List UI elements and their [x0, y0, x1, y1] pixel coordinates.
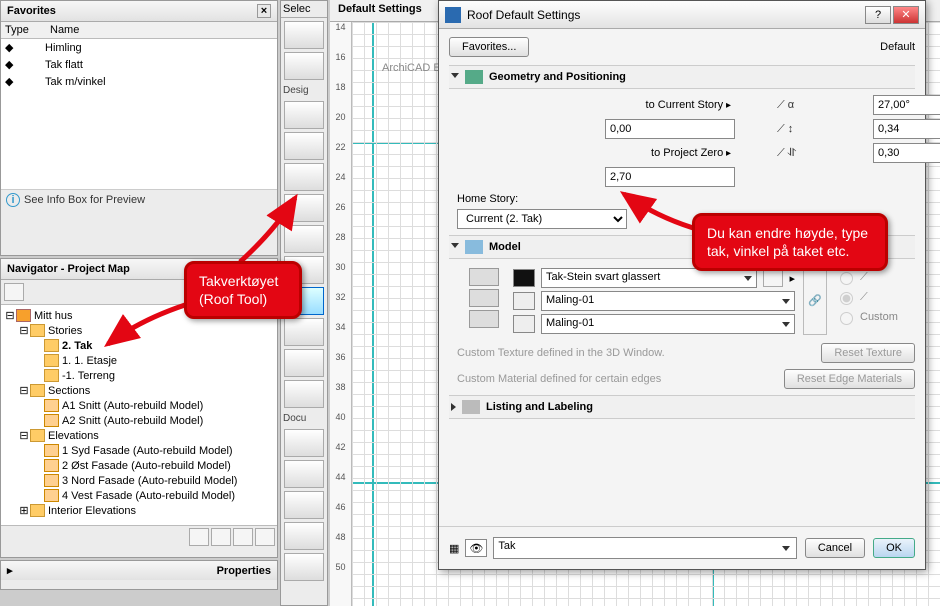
navigator-title: Navigator - Project Map: [7, 263, 130, 275]
favorites-title: Favorites: [7, 5, 56, 17]
fav-col-name[interactable]: Name: [50, 24, 273, 36]
tree-elevations[interactable]: ⊟Elevations: [4, 428, 274, 443]
listing-icon: [462, 400, 480, 414]
edge-custom[interactable]: Custom: [835, 309, 915, 325]
design-group: Desig: [281, 83, 327, 98]
layer-icon: ▦: [449, 542, 459, 555]
section-listing[interactable]: Listing and Labeling: [449, 395, 915, 419]
mat-side-select[interactable]: Maling-01: [541, 291, 795, 311]
line-tool[interactable]: [284, 553, 324, 581]
toolbox-title: Selec: [283, 3, 311, 15]
nav-bb[interactable]: [255, 528, 275, 546]
nav-tb-btn[interactable]: [4, 283, 24, 301]
door-tool[interactable]: [284, 132, 324, 160]
mat-swatch: [513, 315, 535, 333]
favorites-button[interactable]: Favorites...: [449, 37, 529, 57]
text-tool[interactable]: [284, 460, 324, 488]
info-note: See Info Box for Preview: [24, 194, 145, 206]
tree-stories[interactable]: ⊟Stories: [4, 323, 274, 338]
fav-item[interactable]: ◆Himling: [1, 39, 277, 56]
layer-visibility[interactable]: 👁: [465, 539, 487, 557]
home-story-label: Home Story:: [457, 193, 518, 205]
rise-input[interactable]: [873, 119, 940, 139]
fill-tool[interactable]: [284, 522, 324, 550]
current-story-input[interactable]: [605, 119, 735, 139]
nav-bb[interactable]: [211, 528, 231, 546]
to-current-label: to Current Story ▸: [605, 99, 735, 111]
tree-elevation[interactable]: 3 Nord Fasade (Auto-rebuild Model): [4, 473, 274, 488]
dim-tool[interactable]: [284, 429, 324, 457]
callout-height: Du kan endre høyde, type tak, vinkel på …: [692, 213, 888, 271]
link-materials[interactable]: 🔗: [803, 265, 827, 335]
reset-texture-button[interactable]: Reset Texture: [821, 343, 915, 363]
window-tool[interactable]: [284, 163, 324, 191]
edge-option-1[interactable]: ⟋: [835, 269, 915, 285]
vertical-ruler: 14161820222426283032343638404244464850: [330, 22, 352, 606]
edge-option-2[interactable]: ⟋: [835, 289, 915, 305]
note-material: Custom Material defined for certain edge…: [457, 373, 661, 385]
tree-story[interactable]: 1. 1. Etasje: [4, 353, 274, 368]
mat-swatch: [513, 292, 535, 310]
dialog-title: Roof Default Settings: [467, 8, 580, 22]
nav-bb[interactable]: [233, 528, 253, 546]
fav-item[interactable]: ◆Tak flatt: [1, 56, 277, 73]
ok-button[interactable]: OK: [873, 538, 915, 558]
callout-roof-tool: Takverktøyet(Roof Tool): [184, 261, 302, 319]
tree-section[interactable]: A1 Snitt (Auto-rebuild Model): [4, 398, 274, 413]
arrow-tool[interactable]: [284, 21, 324, 49]
column-tool[interactable]: [284, 194, 324, 222]
app-icon: [445, 7, 461, 23]
hatch-btn[interactable]: [763, 269, 783, 287]
mesh-tool[interactable]: [284, 349, 324, 377]
tree-interior[interactable]: ⊞Interior Elevations: [4, 503, 274, 518]
section-geometry[interactable]: Geometry and Positioning: [449, 65, 915, 89]
label-tool[interactable]: [284, 491, 324, 519]
angle-input[interactable]: [873, 95, 940, 115]
stair-tool[interactable]: [284, 318, 324, 346]
document-group: Docu: [281, 411, 327, 426]
marquee-tool[interactable]: [284, 52, 324, 80]
tree-elevation[interactable]: 2 Øst Fasade (Auto-rebuild Model): [4, 458, 274, 473]
project-zero-input[interactable]: [605, 167, 735, 187]
reset-edge-button[interactable]: Reset Edge Materials: [784, 369, 915, 389]
wall-tool[interactable]: [284, 101, 324, 129]
mat-bottom-select[interactable]: Maling-01: [541, 314, 795, 334]
thickness-input[interactable]: [873, 143, 940, 163]
help-button[interactable]: ?: [865, 6, 891, 24]
note-texture: Custom Texture defined in the 3D Window.: [457, 347, 665, 359]
model-icon: [465, 240, 483, 254]
surface-side-icon: [469, 289, 499, 307]
tree-story[interactable]: 2. Tak: [4, 338, 274, 353]
tree-elevation[interactable]: 1 Syd Fasade (Auto-rebuild Model): [4, 443, 274, 458]
info-icon: i: [6, 193, 20, 207]
layer-select[interactable]: Tak: [493, 537, 796, 559]
close-button[interactable]: ✕: [893, 6, 919, 24]
cancel-button[interactable]: Cancel: [805, 538, 865, 558]
home-story-select[interactable]: Current (2. Tak): [457, 209, 627, 229]
tree-section[interactable]: A2 Snitt (Auto-rebuild Model): [4, 413, 274, 428]
properties-title[interactable]: Properties: [217, 565, 271, 577]
mat-swatch: [513, 269, 535, 287]
surface-bottom-icon: [469, 310, 499, 328]
default-label: Default: [880, 41, 915, 53]
fav-col-type[interactable]: Type: [5, 24, 50, 36]
to-zero-label: to Project Zero ▸: [605, 147, 735, 159]
object-tool[interactable]: [284, 380, 324, 408]
geometry-icon: [465, 70, 483, 84]
tree-sections[interactable]: ⊟Sections: [4, 383, 274, 398]
surface-top-icon: [469, 268, 499, 286]
tree-elevation[interactable]: 4 Vest Fasade (Auto-rebuild Model): [4, 488, 274, 503]
favorites-close[interactable]: ×: [257, 4, 271, 18]
beam-tool[interactable]: [284, 225, 324, 253]
nav-bb[interactable]: [189, 528, 209, 546]
tree-story[interactable]: -1. Terreng: [4, 368, 274, 383]
fav-item[interactable]: ◆Tak m/vinkel: [1, 73, 277, 90]
